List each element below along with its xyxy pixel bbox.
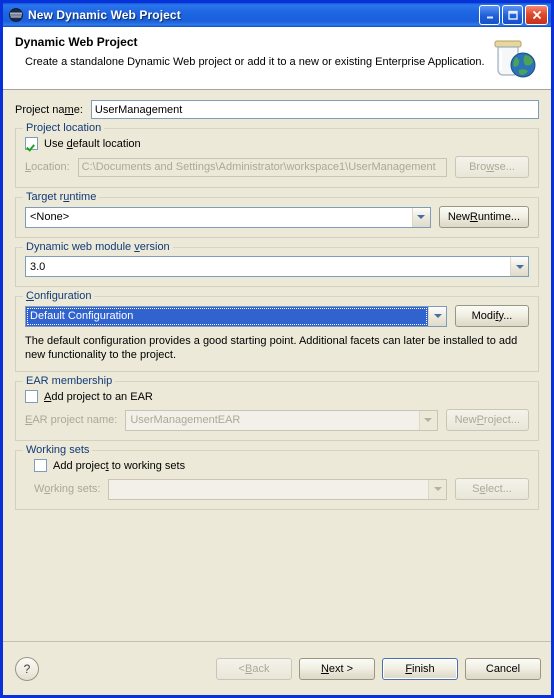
globe-icon — [8, 7, 24, 23]
project-location-group: Project location Use default location Lo… — [15, 122, 539, 188]
add-to-ear-row[interactable]: Add project to an EAR — [25, 390, 529, 403]
minimize-icon — [480, 6, 499, 24]
module-version-group: Dynamic web module version 3.0 — [15, 241, 539, 287]
question-mark-icon: ? — [23, 661, 31, 676]
maximize-button[interactable] — [502, 5, 523, 25]
location-label: Location: — [25, 161, 70, 173]
project-name-input[interactable]: UserManagement — [90, 100, 539, 119]
ear-project-name-row: EAR project name: UserManagementEAR New … — [25, 409, 529, 431]
location-row: Location: C:\Documents and Settings\Admi… — [25, 156, 529, 178]
chevron-down-icon[interactable] — [510, 257, 528, 276]
target-runtime-combo[interactable]: <None> — [25, 206, 431, 228]
wizard-footer: ? < Back Next > Finish Cancel — [3, 641, 551, 695]
configuration-row: Default Configuration Modi f y... — [25, 305, 529, 327]
configuration-group-label: Configuration — [23, 290, 95, 302]
working-sets-group: Working sets Add project to working sets… — [15, 444, 539, 510]
cancel-button[interactable]: Cancel — [465, 657, 541, 680]
finish-button[interactable]: Finish — [382, 657, 458, 680]
ear-project-name-value: UserManagementEAR — [130, 414, 241, 426]
next-button[interactable]: Next > — [299, 657, 375, 680]
ear-membership-group-label: EAR membership — [23, 375, 116, 387]
working-sets-group-label: Working sets — [23, 444, 93, 456]
new-runtime-button[interactable]: New Runtime... — [438, 206, 529, 228]
working-sets-combo[interactable] — [108, 478, 447, 500]
module-version-group-label: Dynamic web module version — [23, 241, 173, 253]
ear-membership-group: EAR membership Add project to an EAR EAR… — [15, 375, 539, 441]
location-input[interactable]: C:\Documents and Settings\Administrator\… — [77, 157, 447, 177]
module-version-row: 3.0 — [25, 256, 529, 277]
add-to-working-sets-row[interactable]: Add project to working sets — [25, 459, 529, 472]
maximize-icon — [503, 6, 522, 24]
working-sets-label: Working sets: — [34, 483, 101, 495]
wizard-navigation-buttons: < Back Next > Finish Cancel — [216, 657, 541, 680]
configuration-group: Configuration Default Configuration Modi… — [15, 290, 539, 372]
add-to-working-sets-checkbox[interactable] — [34, 459, 47, 472]
ear-project-name-combo[interactable]: UserManagementEAR — [125, 409, 438, 431]
chevron-down-icon[interactable] — [428, 479, 446, 499]
back-button[interactable]: < Back — [216, 657, 292, 680]
configuration-value: Default Configuration — [26, 306, 428, 326]
close-icon — [526, 6, 547, 24]
target-runtime-value: <None> — [30, 211, 70, 223]
chevron-down-icon[interactable] — [418, 410, 437, 430]
working-sets-value — [109, 480, 428, 499]
wizard-header: Dynamic Web Project Create a standalone … — [3, 27, 551, 90]
chevron-down-icon[interactable] — [428, 306, 446, 326]
add-to-ear-checkbox[interactable] — [25, 390, 38, 403]
target-runtime-group-label: Target runtime — [23, 191, 100, 203]
add-to-working-sets-label: Add project to working sets — [53, 459, 186, 472]
working-sets-field-row: Working sets: Se lect... — [25, 478, 529, 500]
wizard-body: Project name: UserManagement Project loc… — [3, 90, 551, 601]
module-version-value: 3.0 — [30, 260, 46, 273]
window-title: New Dynamic Web Project — [28, 8, 181, 22]
window-controls — [479, 5, 548, 25]
help-button[interactable]: ? — [15, 656, 39, 681]
target-runtime-group: Target runtime <None> New Runtime... — [15, 191, 539, 238]
close-button[interactable] — [525, 5, 548, 25]
window-titlebar[interactable]: New Dynamic Web Project — [0, 0, 554, 27]
page-title: Dynamic Web Project — [15, 35, 138, 49]
browse-button[interactable]: Bro w se... — [455, 156, 529, 178]
configuration-description: The default configuration provides a goo… — [25, 335, 518, 361]
new-project-button[interactable]: New Project... — [445, 409, 529, 431]
use-default-location-checkbox[interactable] — [25, 137, 38, 150]
page-subtitle: Create a standalone Dynamic Web project … — [25, 56, 485, 68]
modify-button[interactable]: Modi f y... — [455, 305, 529, 327]
select-button[interactable]: Se lect... — [455, 478, 529, 500]
module-version-combo[interactable]: 3.0 — [25, 256, 529, 277]
target-runtime-row: <None> New Runtime... — [25, 206, 529, 228]
jar-globe-icon — [487, 33, 543, 85]
chevron-down-icon[interactable] — [411, 207, 430, 227]
configuration-combo[interactable]: Default Configuration — [25, 305, 447, 327]
add-to-ear-label: Add project to an EAR — [44, 390, 153, 403]
project-name-row: Project name: UserManagement — [15, 100, 539, 119]
use-default-location-row[interactable]: Use default location — [25, 137, 529, 150]
project-name-label: Project name: — [15, 103, 83, 116]
minimize-button[interactable] — [479, 5, 500, 25]
ear-project-name-label: EAR project name: — [25, 414, 118, 426]
use-default-location-label: Use default location — [44, 137, 141, 150]
wizard-dialog: Dynamic Web Project Create a standalone … — [0, 27, 554, 698]
project-location-group-label: Project location — [23, 122, 105, 134]
